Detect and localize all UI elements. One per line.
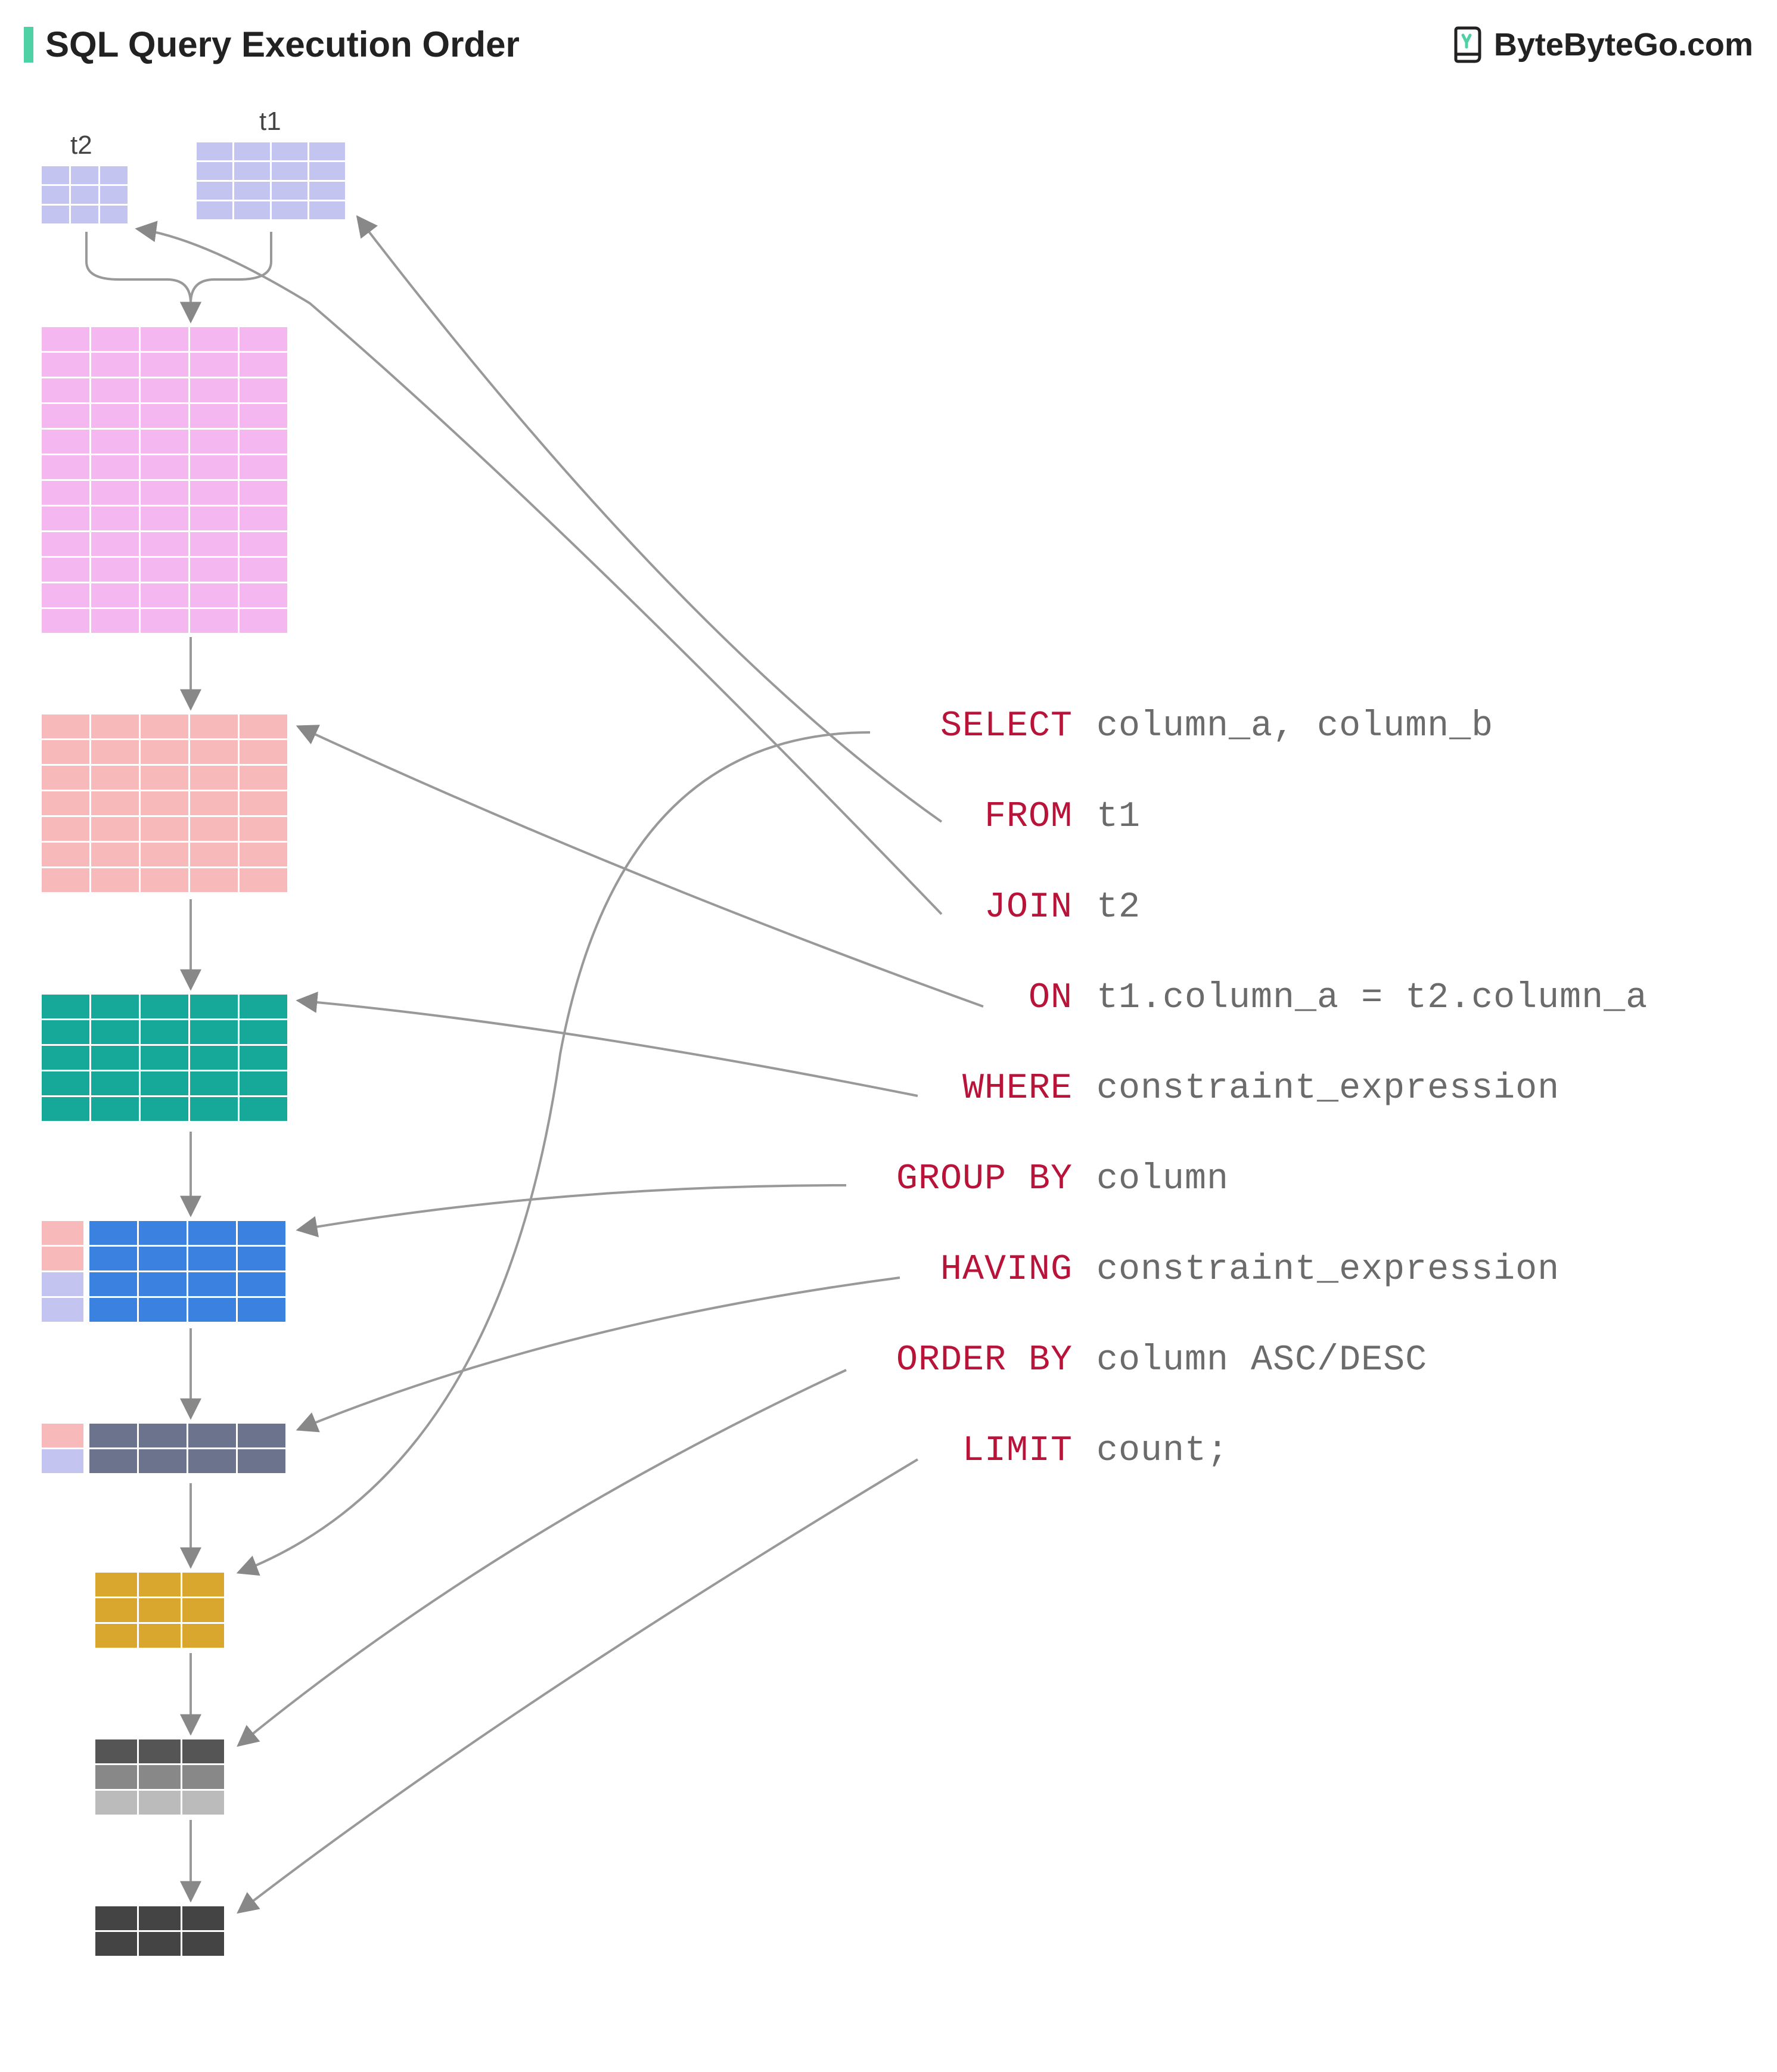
table-t2	[42, 166, 128, 223]
stage-groupby-result	[89, 1221, 285, 1322]
query-clause-select: SELECT column_a, column_b	[799, 709, 1648, 744]
stage-on-result	[42, 715, 287, 892]
sql-argument: constraint_expression	[1096, 1071, 1559, 1107]
sql-argument: count;	[1096, 1433, 1229, 1469]
title-accent-bar	[24, 27, 33, 63]
diagram-canvas: t2 t1 SELECT column_a, column_b FROM t1 JOIN…	[24, 101, 1753, 2067]
page-title: SQL Query Execution Order	[45, 24, 520, 65]
sql-argument: column_a, column_b	[1096, 709, 1493, 744]
stage-select-result	[95, 1573, 224, 1648]
header: SQL Query Execution Order ByteByteGo.com	[24, 24, 1753, 65]
stage-where-result	[42, 995, 287, 1121]
sql-keyword: ORDER BY	[799, 1343, 1073, 1378]
book-icon	[1449, 26, 1487, 64]
stage-orderby-result	[95, 1739, 224, 1815]
sql-keyword: WHERE	[799, 1071, 1073, 1107]
stage-limit-result	[95, 1906, 224, 1956]
sql-keyword: GROUP BY	[799, 1161, 1073, 1197]
stage-join-result	[42, 327, 287, 633]
query-clause-join: JOIN t2	[799, 890, 1648, 925]
query-clause-having: HAVING constraint_expression	[799, 1252, 1648, 1288]
sql-keyword: JOIN	[799, 890, 1073, 925]
brand-logo: ByteByteGo.com	[1449, 26, 1753, 64]
sql-keyword: ON	[799, 980, 1073, 1016]
stage-having-key-a	[42, 1424, 83, 1447]
query-clause-where: WHERE constraint_expression	[799, 1071, 1648, 1107]
query-clause-order-by: ORDER BY column ASC/DESC	[799, 1343, 1648, 1378]
query-clause-from: FROM t1	[799, 799, 1648, 835]
query-clause-limit: LIMIT count;	[799, 1433, 1648, 1469]
sql-argument: constraint_expression	[1096, 1252, 1559, 1288]
brand-text: ByteByteGo.com	[1494, 26, 1753, 63]
sql-keyword: FROM	[799, 799, 1073, 835]
sql-argument: t1	[1096, 799, 1141, 835]
sql-argument: t2	[1096, 890, 1141, 925]
sql-keyword: SELECT	[799, 709, 1073, 744]
stage-groupby-key-a	[42, 1221, 83, 1270]
table-t1	[197, 142, 345, 219]
sql-query-text: SELECT column_a, column_b FROM t1 JOIN t2 ON t1…	[799, 709, 1648, 1524]
stage-groupby-key-b	[42, 1272, 83, 1322]
stage-having-key-b	[42, 1449, 83, 1473]
sql-keyword: HAVING	[799, 1252, 1073, 1288]
sql-keyword: LIMIT	[799, 1433, 1073, 1469]
query-clause-on: ON t1.column_a = t2.column_a	[799, 980, 1648, 1016]
query-clause-group-by: GROUP BY column	[799, 1161, 1648, 1197]
sql-argument: column ASC/DESC	[1096, 1343, 1427, 1378]
title-wrap: SQL Query Execution Order	[24, 24, 520, 65]
stage-having-result	[89, 1424, 285, 1473]
label-t2: t2	[70, 131, 92, 160]
sql-argument: column	[1096, 1161, 1229, 1197]
sql-argument: t1.column_a = t2.column_a	[1096, 980, 1648, 1016]
label-t1: t1	[259, 107, 281, 136]
